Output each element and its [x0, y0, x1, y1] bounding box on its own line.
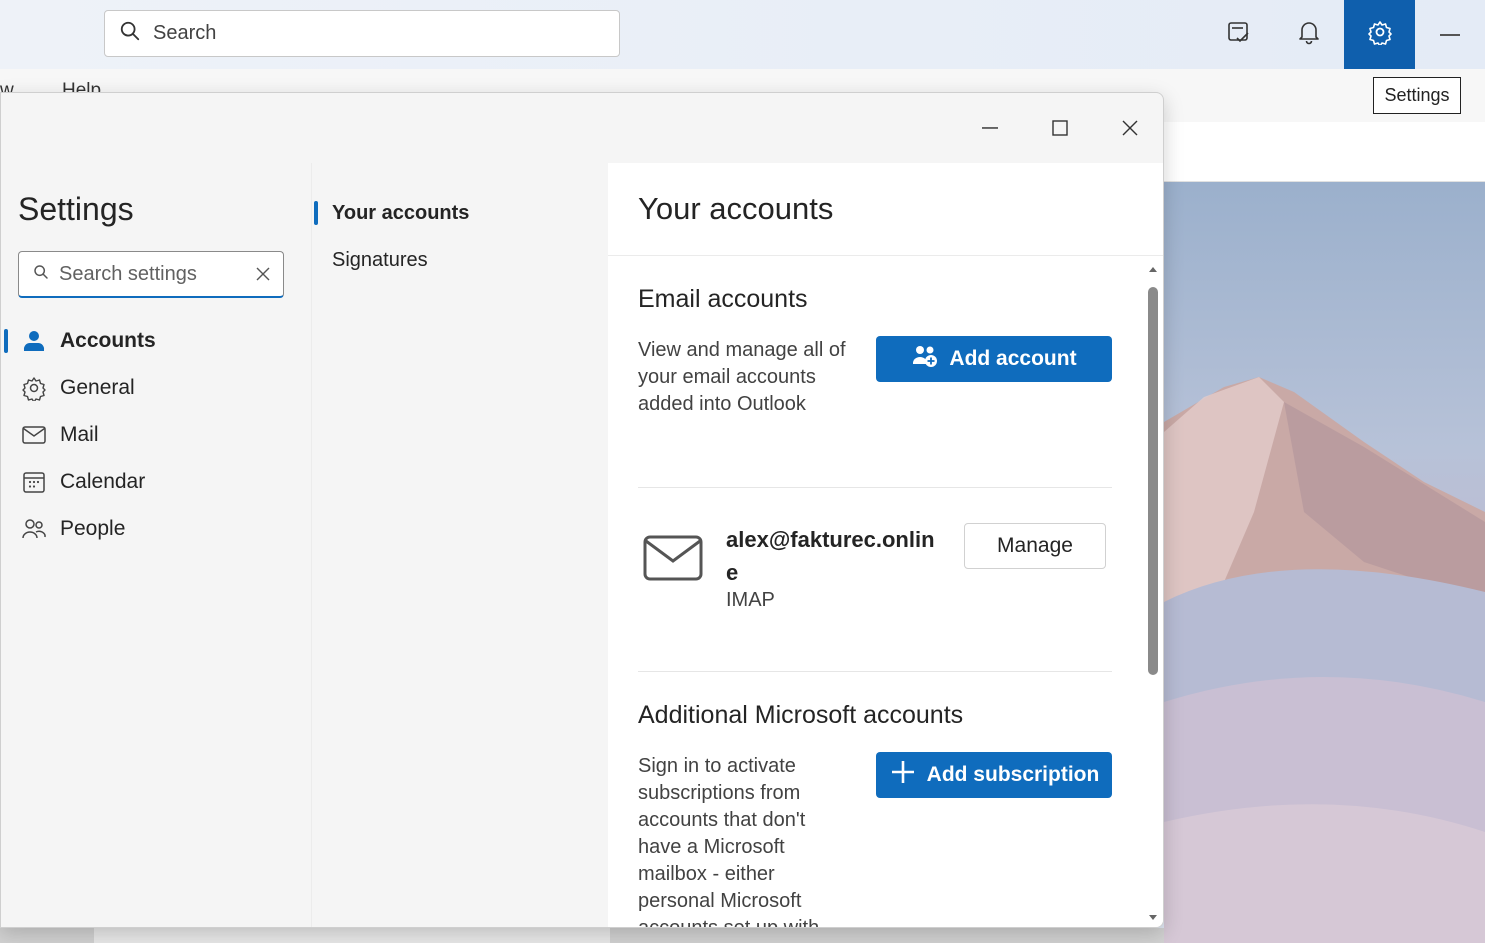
clear-search-icon[interactable]: [243, 266, 283, 282]
search-icon: [119, 20, 141, 47]
nav-item-label: People: [60, 517, 126, 540]
settings-subnav: Your accounts Signatures: [311, 163, 608, 927]
dialog-minimize-button[interactable]: [955, 107, 1025, 153]
dialog-maximize-button[interactable]: [1025, 107, 1095, 153]
subnav-item-label: Signatures: [332, 248, 428, 271]
add-subscription-label: Add subscription: [926, 763, 1100, 786]
app-topbar: Search: [0, 0, 1485, 69]
plus-icon: [889, 758, 927, 792]
nav-item-calendar[interactable]: Calendar: [1, 460, 301, 504]
notifications-button[interactable]: [1273, 0, 1344, 69]
nav-item-mail[interactable]: Mail: [1, 413, 301, 457]
wallpaper-image: [1164, 182, 1485, 943]
manage-account-button[interactable]: Manage: [964, 523, 1106, 569]
scrollbar-thumb[interactable]: [1148, 287, 1158, 675]
subnav-item-your-accounts[interactable]: Your accounts: [312, 195, 469, 231]
maximize-icon: [1050, 118, 1070, 143]
email-accounts-heading: Email accounts: [638, 285, 808, 313]
minimize-icon: [980, 118, 1000, 143]
search-icon: [33, 264, 49, 285]
bell-icon: [1296, 19, 1322, 50]
reading-pane-header: [1164, 122, 1485, 182]
scroll-up-arrow[interactable]: [1149, 267, 1157, 272]
nav-item-label: General: [60, 376, 135, 399]
gear-icon: [19, 375, 49, 401]
nav-item-label: Mail: [60, 423, 99, 446]
nav-item-general[interactable]: General: [1, 366, 301, 410]
page-title: Your accounts: [638, 191, 834, 226]
mail-icon: [19, 422, 49, 448]
settings-tooltip: Settings: [1373, 77, 1461, 114]
window-minimize-button[interactable]: [1440, 34, 1460, 36]
divider: [638, 487, 1112, 488]
settings-button[interactable]: [1344, 0, 1415, 69]
mail-icon: [642, 533, 704, 585]
additional-accounts-description: Sign in to activate subscriptions from a…: [638, 755, 820, 928]
todo-button[interactable]: [1203, 0, 1274, 69]
gear-icon: [1367, 19, 1393, 50]
account-type: IMAP: [726, 589, 775, 611]
status-bar: [0, 928, 1164, 943]
add-account-button[interactable]: Add account: [876, 336, 1112, 382]
settings-content-pane: Your accounts Email accounts View and ma…: [608, 163, 1163, 928]
add-subscription-button[interactable]: Add subscription: [876, 752, 1112, 798]
nav-item-label: Calendar: [60, 470, 146, 493]
settings-nav: Settings Search settings Accounts Genera…: [1, 163, 311, 927]
settings-search-input[interactable]: Search settings: [18, 251, 284, 298]
settings-dialog: Settings Search settings Accounts Genera…: [0, 92, 1164, 928]
divider: [638, 671, 1112, 672]
selection-indicator: [4, 329, 8, 353]
settings-search-placeholder: Search settings: [59, 262, 197, 285]
subnav-item-signatures[interactable]: Signatures: [312, 242, 428, 278]
nav-item-accounts[interactable]: Accounts: [1, 319, 301, 363]
content-header: Your accounts: [608, 163, 1163, 256]
global-search-input[interactable]: Search: [104, 10, 620, 57]
account-email: alex@fakturec.online: [726, 527, 935, 585]
person-icon: [19, 328, 49, 354]
subnav-item-label: Your accounts: [332, 201, 470, 224]
people-icon: [19, 516, 49, 542]
email-accounts-description: View and manage all of your email accoun…: [638, 339, 846, 415]
nav-item-people[interactable]: People: [1, 507, 301, 551]
add-account-label: Add account: [949, 347, 1077, 370]
settings-title: Settings: [18, 191, 134, 227]
scroll-down-arrow[interactable]: [1149, 915, 1157, 920]
close-icon: [1120, 118, 1140, 143]
selection-indicator: [314, 201, 318, 225]
dialog-close-button[interactable]: [1095, 107, 1163, 153]
todo-icon: [1226, 19, 1252, 50]
add-people-icon: [911, 342, 949, 376]
additional-accounts-heading: Additional Microsoft accounts: [638, 701, 964, 729]
calendar-icon: [19, 469, 49, 495]
nav-item-label: Accounts: [60, 329, 156, 352]
global-search-label: Search: [153, 22, 217, 44]
